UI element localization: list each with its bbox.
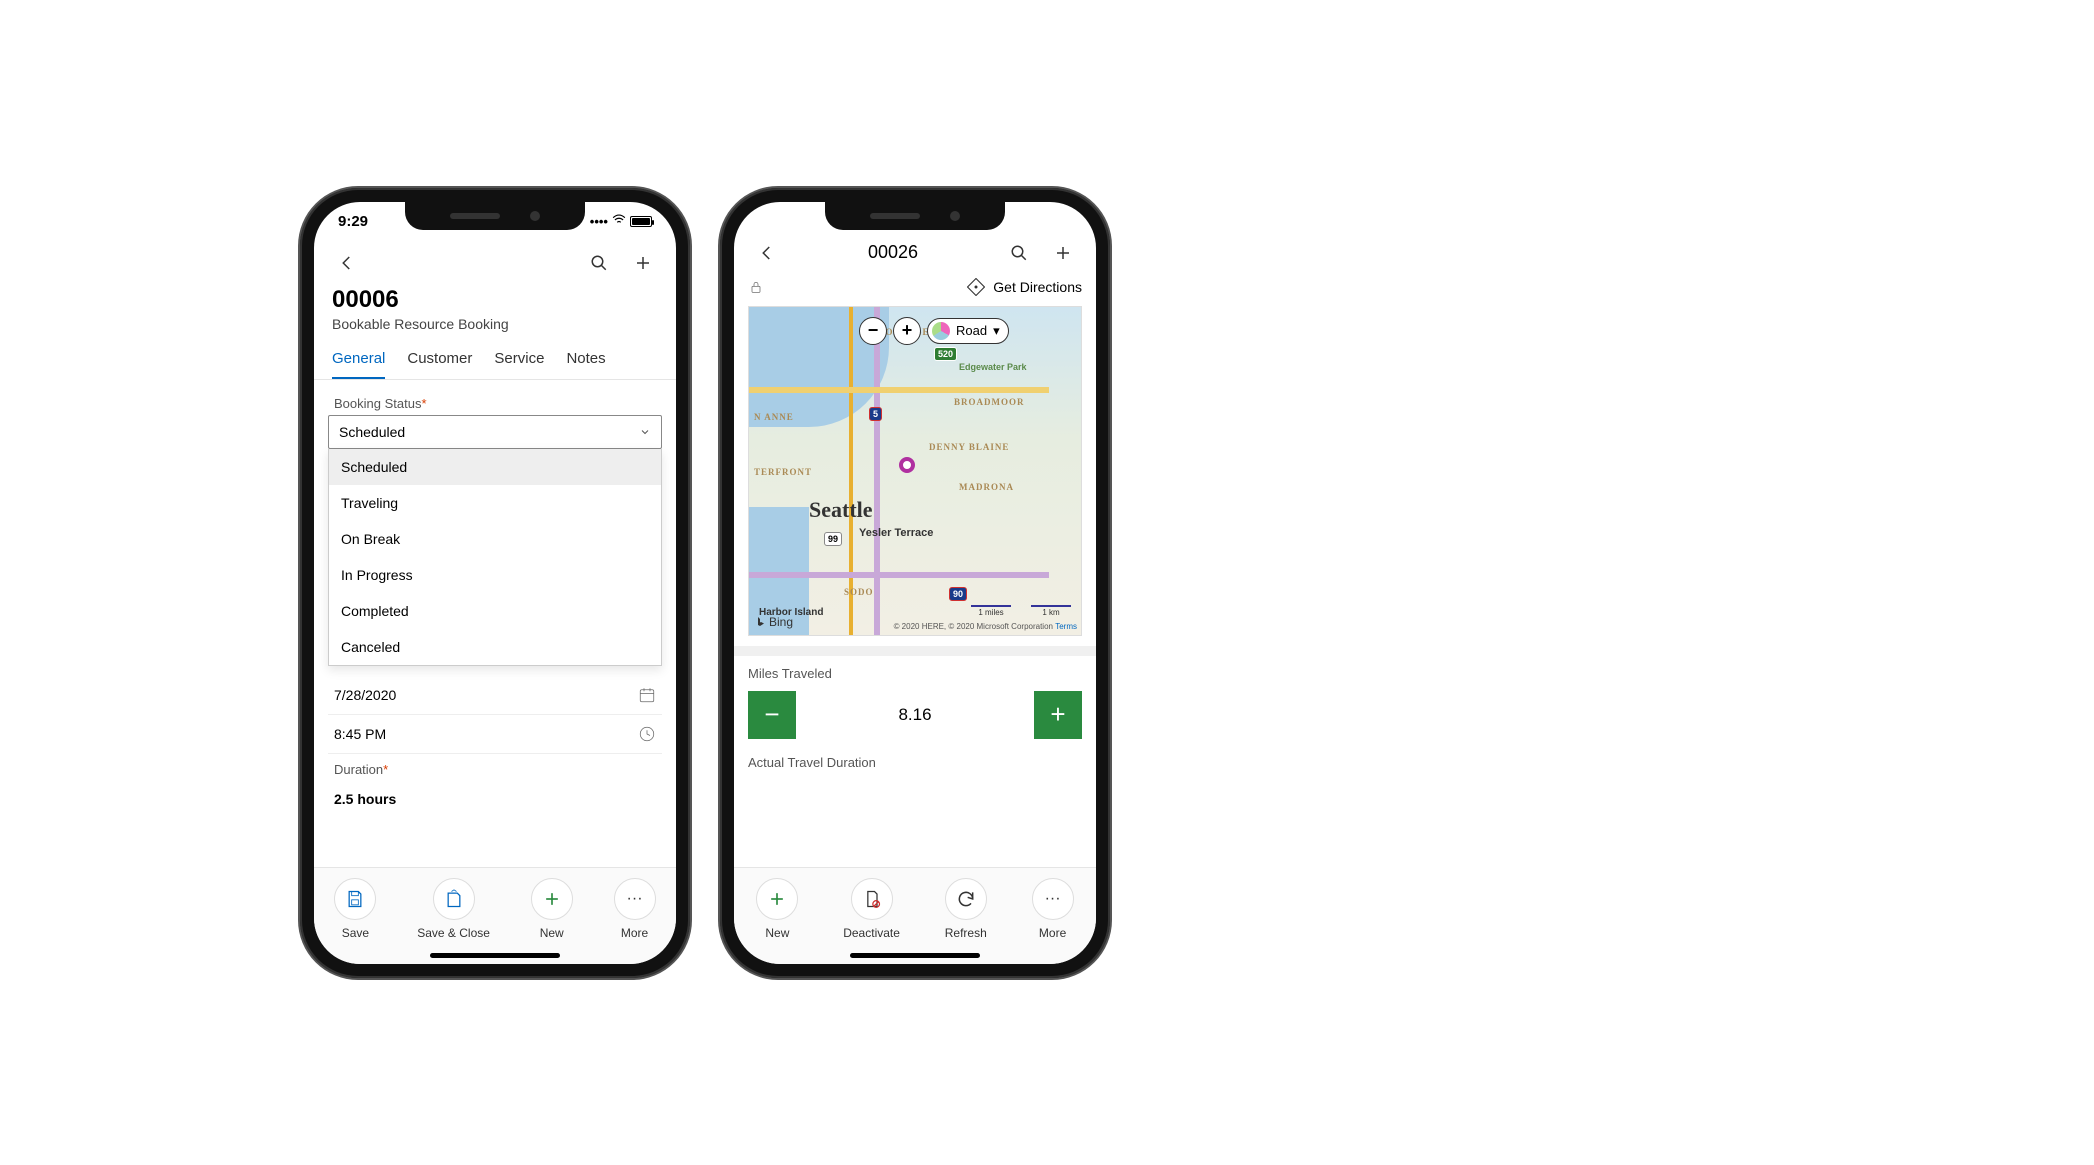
map-copyright: © 2020 HERE, © 2020 Microsoft Corporatio… (894, 622, 1077, 631)
miles-value: 8.16 (898, 705, 931, 725)
time-value: 8:45 PM (334, 726, 386, 742)
map-type-select[interactable]: Road ▾ (927, 318, 1009, 344)
map-pin (899, 457, 915, 473)
option-canceled[interactable]: Canceled (329, 629, 661, 665)
deactivate-icon (862, 889, 882, 909)
lock-icon (748, 279, 764, 295)
bottom-bar: New Deactivate Refresh ··· More (734, 867, 1096, 964)
page-subtitle: Bookable Resource Booking (332, 316, 658, 332)
refresh-icon (956, 889, 976, 909)
date-field[interactable]: 7/28/2020 (328, 676, 662, 715)
booking-status-select[interactable]: Scheduled (328, 415, 662, 449)
booking-status-value: Scheduled (339, 424, 405, 440)
tab-general[interactable]: General (332, 350, 385, 379)
plus-icon (767, 889, 787, 909)
map-zoom-out[interactable]: − (859, 317, 887, 345)
option-on-break[interactable]: On Break (329, 521, 661, 557)
map-provider: Bing (755, 615, 793, 629)
date-value: 7/28/2020 (334, 687, 396, 703)
map-zoom-in[interactable]: + (893, 317, 921, 345)
home-indicator (430, 953, 560, 958)
home-indicator (850, 953, 980, 958)
back-button[interactable] (752, 238, 782, 268)
search-button[interactable] (1004, 238, 1034, 268)
chevron-down-icon (639, 426, 651, 438)
search-button[interactable] (584, 248, 614, 278)
page-title: 00026 (782, 242, 1004, 263)
option-scheduled[interactable]: Scheduled (329, 449, 661, 485)
caret-down-icon: ▾ (993, 323, 1000, 339)
duration-value: 2.5 hours (334, 791, 396, 807)
new-button[interactable]: New (531, 878, 573, 940)
calendar-icon (638, 686, 656, 704)
phone-frame-right: 00026 Get Directions (720, 188, 1110, 978)
status-time: 9:29 (338, 213, 368, 230)
map[interactable]: 520 5 99 90 Seattle PORTAGE BAY BROADMOO… (748, 306, 1082, 636)
map-scale: 1 miles 1 km (971, 605, 1071, 617)
booking-status-label: Booking Status (334, 396, 656, 411)
more-icon: ··· (627, 890, 643, 908)
option-in-progress[interactable]: In Progress (329, 557, 661, 593)
map-city-label: Seattle (809, 497, 873, 523)
get-directions-button[interactable]: Get Directions (967, 278, 1082, 296)
more-button[interactable]: ··· More (1032, 878, 1074, 940)
save-close-icon (444, 889, 464, 909)
map-type-icon (932, 322, 950, 340)
deactivate-button[interactable]: Deactivate (843, 878, 900, 940)
add-button[interactable] (628, 248, 658, 278)
new-button[interactable]: New (756, 878, 798, 940)
page-title: 00006 (332, 286, 658, 314)
map-terms-link[interactable]: Terms (1055, 622, 1077, 631)
wifi-icon (612, 213, 626, 230)
clock-icon (638, 725, 656, 743)
duration-label: Duration (334, 762, 656, 777)
battery-icon (630, 216, 652, 227)
save-button[interactable]: Save (334, 878, 376, 940)
back-button[interactable] (332, 248, 362, 278)
miles-increment[interactable]: + (1034, 691, 1082, 739)
tab-notes[interactable]: Notes (566, 350, 605, 379)
booking-status-dropdown: Scheduled Traveling On Break In Progress… (328, 449, 662, 666)
tab-service[interactable]: Service (494, 350, 544, 379)
directions-icon (967, 278, 985, 296)
time-field[interactable]: 8:45 PM (328, 715, 662, 754)
actual-travel-duration-label: Actual Travel Duration (748, 755, 1082, 770)
refresh-button[interactable]: Refresh (945, 878, 987, 940)
bottom-bar: Save Save & Close New ··· More (314, 867, 676, 964)
phone-frame-left: 9:29 •••• 00006 (300, 188, 690, 978)
tabs: General Customer Service Notes (314, 336, 676, 380)
more-button[interactable]: ··· More (614, 878, 656, 940)
tab-customer[interactable]: Customer (407, 350, 472, 379)
save-icon (345, 889, 365, 909)
phone-notch (405, 202, 585, 230)
miles-traveled-stepper: − 8.16 + (748, 691, 1082, 739)
option-completed[interactable]: Completed (329, 593, 661, 629)
more-icon: ··· (1045, 890, 1061, 908)
phone-notch (825, 202, 1005, 230)
signal-icon: •••• (590, 214, 608, 229)
add-button[interactable] (1048, 238, 1078, 268)
miles-traveled-label: Miles Traveled (748, 666, 1082, 681)
option-traveling[interactable]: Traveling (329, 485, 661, 521)
plus-icon (542, 889, 562, 909)
save-close-button[interactable]: Save & Close (417, 878, 490, 940)
miles-decrement[interactable]: − (748, 691, 796, 739)
